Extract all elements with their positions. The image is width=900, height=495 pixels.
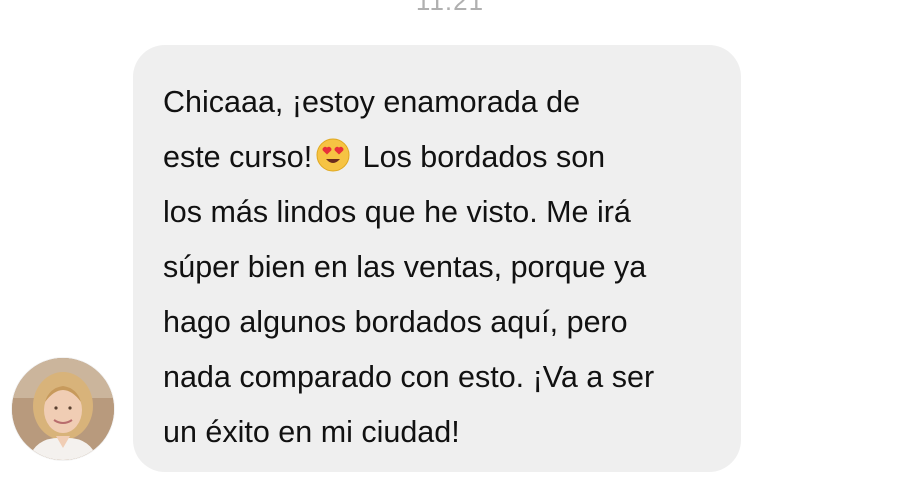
chat-view: 11:21 Chicaaa, ¡estoy enamorada de este … [0, 0, 900, 495]
message-line: un éxito en mi ciudad! [163, 415, 460, 449]
message-fragment: Los bordados son [354, 140, 606, 174]
heart-eyes-emoji-icon [316, 138, 350, 172]
message-bubble[interactable]: Chicaaa, ¡estoy enamorada de este curso!… [133, 45, 741, 472]
sender-avatar[interactable] [12, 358, 114, 460]
message-line: hago algunos bordados aquí, pero [163, 305, 628, 339]
message-line: nada comparado con esto. ¡Va a ser [163, 360, 655, 394]
message-line: Chicaaa, ¡estoy enamorada de [163, 85, 581, 119]
avatar-photo-icon [12, 358, 114, 460]
message-timestamp: 11:21 [415, 0, 485, 16]
message-text: Chicaaa, ¡estoy enamorada de este curso!… [163, 75, 711, 460]
message-line: súper bien en las ventas, porque ya [163, 250, 647, 284]
message-line: este curso! Los bordados son [163, 130, 711, 185]
message-fragment: este curso! [163, 140, 313, 174]
message-line: los más lindos que he visto. Me irá [163, 195, 631, 229]
